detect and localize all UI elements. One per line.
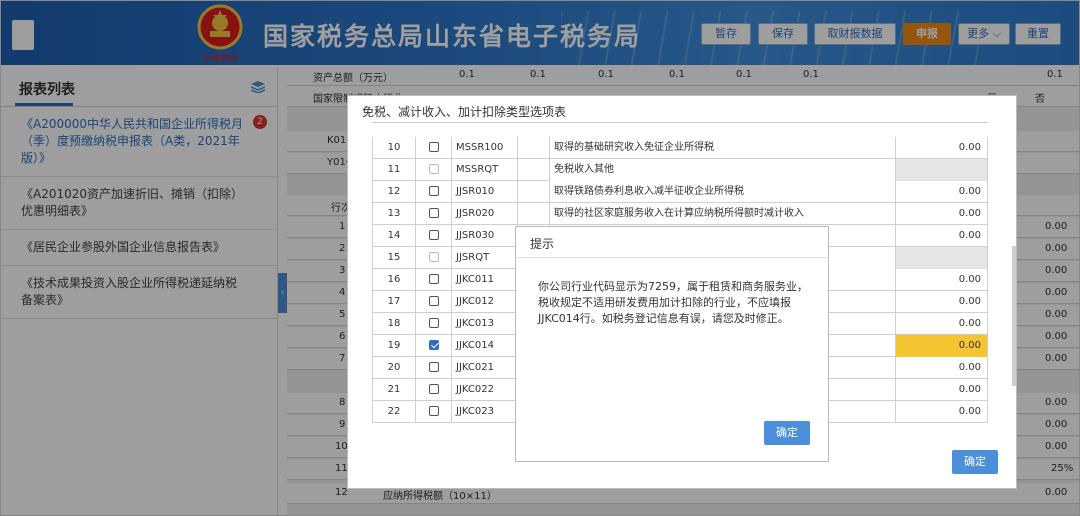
row-number: 10 (372, 137, 416, 159)
row-number: 17 (372, 291, 416, 313)
table-row: 13 JJSR020 取得的社区家庭服务收入在计算应纳税所得额时减计收入 0.00 (372, 203, 988, 225)
row-number: 21 (372, 379, 416, 401)
row-number: 14 (372, 225, 416, 247)
row-group-cell (518, 159, 550, 181)
row-amount[interactable]: 0.00 (896, 291, 988, 313)
row-description: 取得的基础研究收入免征企业所得税 (550, 137, 896, 159)
row-code: MSSR100 (452, 137, 518, 159)
row-number: 11 (372, 159, 416, 181)
row-description: 免税收入其他 (550, 159, 896, 181)
table-row: 10 MSSR100 取得的基础研究收入免征企业所得税 0.00 (372, 137, 988, 159)
row-checkbox[interactable] (428, 318, 439, 328)
row-checkbox[interactable] (428, 274, 439, 284)
row-checkbox[interactable] (428, 296, 439, 306)
row-amount[interactable]: 0.00 (896, 379, 988, 401)
row-code: JJSR030 (452, 225, 518, 247)
row-group-cell (518, 203, 550, 225)
table-row: 12 JJSR010 取得铁路债券利息收入减半征收企业所得税 0.00 (372, 181, 988, 203)
row-number: 13 (372, 203, 416, 225)
row-amount[interactable]: 0.00 (896, 335, 988, 357)
row-description: 取得铁路债券利息收入减半征收企业所得税 (550, 181, 896, 203)
row-code: JJSR010 (452, 181, 518, 203)
row-code: JJKC022 (452, 379, 518, 401)
row-group-cell (518, 181, 550, 203)
row-checkbox-cell (416, 225, 452, 247)
row-amount[interactable]: 0.00 (896, 203, 988, 225)
row-number: 15 (372, 247, 416, 269)
row-amount[interactable]: 0.00 (896, 357, 988, 379)
row-checkbox-cell (416, 379, 452, 401)
row-checkbox-cell (416, 357, 452, 379)
row-amount[interactable]: 0.00 (896, 137, 988, 159)
row-checkbox-cell (416, 291, 452, 313)
prompt-message: 你公司行业代码显示为7259，属于租赁和商务服务业，税收规定不适用研发费用加计扣… (538, 280, 808, 325)
row-number: 12 (372, 181, 416, 203)
prompt-dialog: 提示 你公司行业代码显示为7259，属于租赁和商务服务业，税收规定不适用研发费用… (515, 226, 829, 462)
row-checkbox-cell (416, 269, 452, 291)
row-checkbox-cell (416, 335, 452, 357)
row-code: MSSRQT (452, 159, 518, 181)
row-code: JJKC011 (452, 269, 518, 291)
row-amount[interactable]: 0.00 (896, 181, 988, 203)
app-window: 中国税务 国家税务总局山东省电子税务局 暂存 保存 取财报数据 申报 更多 ⌵ … (0, 0, 1080, 516)
row-checkbox[interactable] (428, 340, 439, 350)
row-amount[interactable]: 0.00 (896, 225, 988, 247)
row-code: JJKC012 (452, 291, 518, 313)
scrollbar[interactable] (1012, 246, 1016, 386)
row-code: JJKC013 (452, 313, 518, 335)
row-amount[interactable]: 0.00 (896, 269, 988, 291)
row-number: 18 (372, 313, 416, 335)
row-checkbox[interactable] (428, 230, 439, 240)
row-checkbox-cell (416, 401, 452, 423)
modal-confirm-button[interactable]: 确定 (952, 450, 998, 474)
row-amount (896, 159, 988, 181)
row-group-cell (518, 137, 550, 159)
row-checkbox[interactable] (428, 186, 439, 196)
row-checkbox[interactable] (428, 406, 439, 416)
row-amount[interactable]: 0.00 (896, 401, 988, 423)
row-checkbox (428, 252, 439, 262)
row-code: JJKC021 (452, 357, 518, 379)
row-number: 19 (372, 335, 416, 357)
prompt-confirm-button[interactable]: 确定 (764, 421, 810, 445)
row-code: JJKC014 (452, 335, 518, 357)
row-checkbox-cell (416, 159, 452, 181)
row-amount[interactable]: 0.00 (896, 313, 988, 335)
row-checkbox-cell (416, 247, 452, 269)
row-checkbox (428, 164, 439, 174)
row-checkbox-cell (416, 181, 452, 203)
modal-title: 免税、减计收入、加计扣除类型选项表 (362, 105, 567, 119)
row-checkbox[interactable] (428, 142, 439, 152)
table-row: 11 MSSRQT 免税收入其他 (372, 159, 988, 181)
row-checkbox[interactable] (428, 362, 439, 372)
row-number: 20 (372, 357, 416, 379)
row-code: JJSR020 (452, 203, 518, 225)
row-checkbox[interactable] (428, 384, 439, 394)
row-code: JJSRQT (452, 247, 518, 269)
row-amount (896, 247, 988, 269)
prompt-title: 提示 (530, 237, 555, 251)
row-checkbox-cell (416, 313, 452, 335)
row-checkbox-cell (416, 203, 452, 225)
row-number: 22 (372, 401, 416, 423)
row-number: 16 (372, 269, 416, 291)
row-checkbox[interactable] (428, 208, 439, 218)
row-description: 取得的社区家庭服务收入在计算应纳税所得额时减计收入 (550, 203, 896, 225)
row-checkbox-cell (416, 137, 452, 159)
row-code: JJKC023 (452, 401, 518, 423)
